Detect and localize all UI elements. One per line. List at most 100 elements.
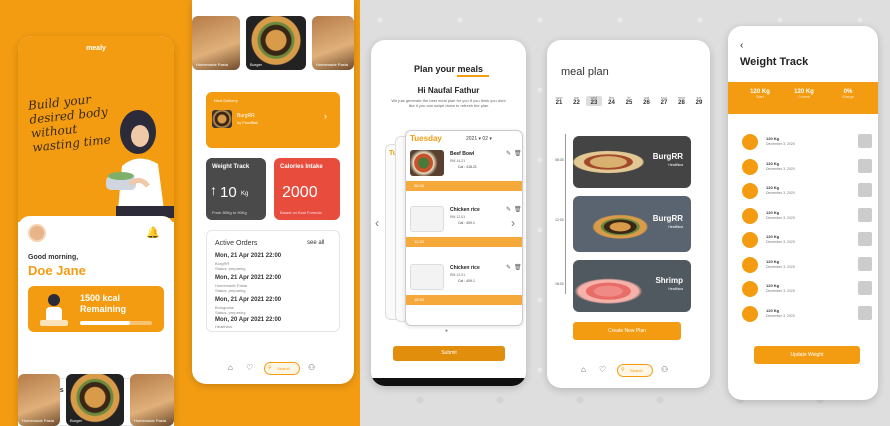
weight-summary-bar: 120 Kg Start 120 Kg Current 0% Change — [728, 82, 878, 114]
search-button[interactable]: ⚲ Search — [264, 362, 300, 375]
weight-entry-value: 120 Kg — [766, 258, 780, 264]
meal-plan-card[interactable]: Shrimp Healthica — [573, 260, 691, 312]
day-option[interactable]: thu 24 — [604, 96, 620, 106]
edit-icon[interactable]: ✎ — [506, 150, 511, 157]
meal-name: Beef Bowl — [450, 151, 475, 157]
kcal-label: Remaining — [80, 304, 127, 314]
search-label: Search — [630, 368, 643, 373]
weight-track-screen: ‹ Weight Track 120 Kg Start 120 Kg Curre… — [728, 26, 878, 400]
weight-entry-checkbox[interactable] — [858, 232, 872, 246]
avatar[interactable] — [28, 224, 46, 242]
day-option[interactable]: fri 25 — [621, 96, 637, 106]
weight-entry-row[interactable]: 120 Kg December 3, 2020 — [742, 256, 872, 273]
delivery-provider: by FoodBall — [237, 120, 259, 125]
update-weight-button[interactable]: Update Weight — [754, 346, 860, 364]
weight-entry-checkbox[interactable] — [858, 207, 872, 222]
menu-item-card[interactable]: Burger — [246, 16, 306, 70]
day-option[interactable]: sun 27 — [656, 96, 672, 106]
day-option[interactable]: wed 23 — [586, 96, 602, 106]
time-slot-label: 08:30 — [414, 183, 425, 188]
menu-item-card[interactable]: Homemade Pasta — [130, 374, 174, 426]
weight-entry-checkbox[interactable] — [858, 134, 872, 148]
weight-entry-row[interactable]: 120 Kg December 3, 2020 — [742, 134, 872, 150]
order-status: Status: preparing — [215, 310, 246, 315]
weight-entry-row[interactable]: 120 Kg December 3, 2020 — [742, 232, 872, 248]
next-delivery-card[interactable]: Next Delivery BurgRR by FoodBall › — [206, 92, 340, 148]
heart-icon[interactable]: ♡ — [246, 363, 253, 372]
profile-icon[interactable]: ⚇ — [308, 363, 315, 372]
plan-greeting: Hi Naufal Fathur — [417, 86, 480, 95]
profile-icon[interactable]: ⚇ — [661, 365, 668, 374]
kcal-remaining-card[interactable]: 1500 kcal Remaining — [28, 286, 164, 332]
day-option[interactable]: sat 26 — [639, 96, 655, 106]
kcal-value: 1500 kcal — [80, 293, 121, 303]
order-status: Status: preparing — [215, 288, 246, 293]
weight-dot-icon — [742, 281, 758, 297]
weight-track-card[interactable]: Weight Track ↑ 10 Kg From 80Kg to 90Kg — [206, 158, 266, 220]
day-selector: mon 21 tue 22 wed 23 thu 24 fri 25 sat 26 sun 27 mon 28… — [547, 96, 710, 118]
search-button[interactable]: ⚲ Search — [617, 364, 653, 377]
day-number: 24 — [608, 100, 615, 106]
chevron-right-icon[interactable]: › — [511, 216, 515, 230]
weight-dot-icon — [742, 305, 758, 322]
timeline-line — [565, 134, 566, 294]
meal-plan-name: Shrimp — [655, 276, 683, 285]
day-option[interactable]: tue 22 — [569, 96, 585, 106]
meal-item[interactable]: Beef Bowl RM 14.21 Cal : 418.21 ✎ 🗑 — [406, 147, 522, 179]
weight-entry-row[interactable]: 120 Kg December 3, 2020 — [742, 207, 872, 224]
weight-entry-checkbox[interactable] — [858, 305, 872, 320]
home-icon[interactable]: ⌂ — [581, 365, 586, 374]
meal-thumbnail — [410, 264, 444, 290]
chevron-left-icon[interactable]: ‹ — [375, 216, 379, 230]
delete-icon[interactable]: 🗑 — [514, 150, 522, 157]
menu-item-card[interactable]: Homemade Pasta — [18, 374, 60, 426]
meal-plan-card[interactable]: BurgRR Healthica — [573, 136, 691, 188]
weight-stat-label: Change — [841, 95, 855, 99]
menu-item-card[interactable]: Homemade Pasta — [312, 16, 354, 70]
bottom-navigation: ⌂ ♡ ⚲ Search ⚇ — [222, 360, 332, 378]
menu-item-label: Burger — [250, 62, 263, 67]
day-number: 25 — [625, 100, 633, 106]
date-selector[interactable]: 2021 ▾ 02 ▾ — [466, 136, 492, 142]
weight-track-title: Weight Track — [740, 56, 809, 68]
weight-change-value: 10 — [220, 184, 237, 201]
weight-entry-row[interactable]: 120 Kg December 3, 2020 — [742, 281, 872, 297]
day-plan-card[interactable]: Tuesday 2021 ▾ 02 ▾ Beef Bowl RM 14.21 C… — [405, 130, 523, 326]
submit-button[interactable]: Submit — [393, 346, 505, 361]
delete-icon[interactable]: 🗑 — [514, 264, 522, 271]
home-icon[interactable]: ⌂ — [228, 363, 233, 372]
weight-entry-checkbox[interactable] — [858, 256, 872, 271]
weight-entry-checkbox[interactable] — [858, 281, 872, 295]
notification-bell-icon[interactable]: 🔔 — [146, 226, 160, 239]
delivery-meal-name: BurgRR — [237, 113, 255, 119]
chevron-right-icon[interactable]: › — [324, 111, 327, 121]
delete-icon[interactable]: 🗑 — [514, 206, 522, 213]
weight-entry-checkbox[interactable] — [858, 183, 872, 197]
day-number: 27 — [660, 100, 668, 106]
edit-icon[interactable]: ✎ — [506, 206, 511, 213]
heart-icon[interactable]: ♡ — [599, 365, 606, 374]
meal-plan-card[interactable]: BurgRR Healthica — [573, 196, 691, 252]
pager-dot-icon: ● — [445, 328, 449, 334]
weight-entry-row[interactable]: 120 Kg December 3, 2020 — [742, 158, 872, 175]
day-option[interactable]: mon 21 — [551, 96, 567, 106]
meal-plan-screen: meal plan mon 21 tue 22 wed 23 thu 24 fri 25 sat 26… — [547, 40, 710, 388]
menu-item-card[interactable]: Burger — [66, 374, 124, 426]
orders-see-all-link[interactable]: see all — [307, 240, 324, 246]
meal-item[interactable]: Chicken rice RM 12.01 Cal : 409.1 ✎ 🗑 — [406, 261, 522, 293]
day-option[interactable]: mon 28 — [674, 96, 690, 106]
day-number: 22 — [573, 100, 580, 106]
day-option[interactable]: tue 29 — [691, 96, 707, 106]
weight-entry-row[interactable]: 120 Kg December 3, 2020 — [742, 305, 872, 322]
weight-dot-icon — [742, 232, 758, 248]
edit-icon[interactable]: ✎ — [506, 264, 511, 271]
calories-intake-card[interactable]: Calories Intake 2000 Based on Kcal Formu… — [274, 158, 340, 220]
user-name: Doe Jane — [28, 263, 86, 278]
app-logo: mealy — [86, 45, 106, 52]
menu-item-card[interactable]: Homemade Pasta — [192, 16, 240, 70]
back-arrow-icon[interactable]: ‹ — [740, 40, 743, 51]
weight-entry-checkbox[interactable] — [858, 158, 872, 173]
meal-item[interactable]: Chicken rice RM 12.01 Cal : 409.1 ✎ 🗑 — [406, 203, 522, 235]
weight-entry-row[interactable]: 120 Kg December 3, 2020 — [742, 183, 872, 199]
create-new-plan-button[interactable]: Create New Plan — [573, 322, 681, 340]
